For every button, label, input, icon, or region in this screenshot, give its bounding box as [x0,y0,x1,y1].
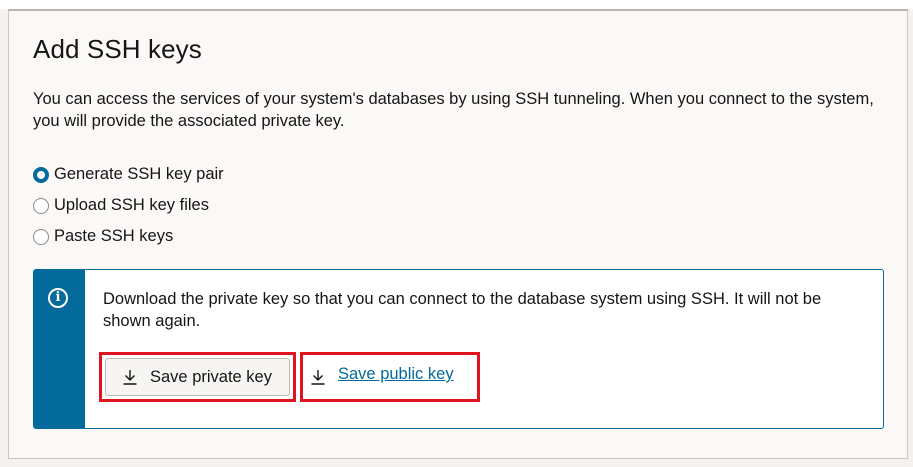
info-message-box: i Download the private key so that you c… [33,269,884,429]
panel-title: Add SSH keys [33,34,202,64]
ssh-keys-panel: Add SSH keys You can access the services… [8,9,908,459]
save-private-key-highlight: Save private key [99,352,296,402]
info-stripe: i [34,270,85,428]
radio-button-selected[interactable] [33,166,49,183]
radio-label: Paste SSH keys [54,227,174,245]
download-icon [123,370,137,385]
radio-option-upload[interactable]: Upload SSH key files [33,190,224,221]
radio-label: Upload SSH key files [54,196,209,214]
radio-button[interactable] [33,228,49,245]
ssh-key-options: Generate SSH key pair Upload SSH key fil… [33,159,224,252]
save-public-key-label[interactable]: Save public key [338,365,454,384]
save-public-key-highlight: Save public key [300,352,480,402]
radio-label: Generate SSH key pair [54,165,224,183]
save-private-key-label: Save private key [150,367,272,386]
radio-button[interactable] [33,197,49,214]
save-public-key-link[interactable]: Save public key [306,358,474,396]
panel-description: You can access the services of your syst… [33,90,874,130]
radio-option-generate[interactable]: Generate SSH key pair [33,159,224,190]
radio-option-paste[interactable]: Paste SSH keys [33,221,224,252]
download-icon [311,370,325,385]
top-strip [0,0,913,9]
save-private-key-button[interactable]: Save private key [105,358,290,396]
info-icon: i [48,288,68,308]
info-message: Download the private key so that you can… [103,290,822,330]
